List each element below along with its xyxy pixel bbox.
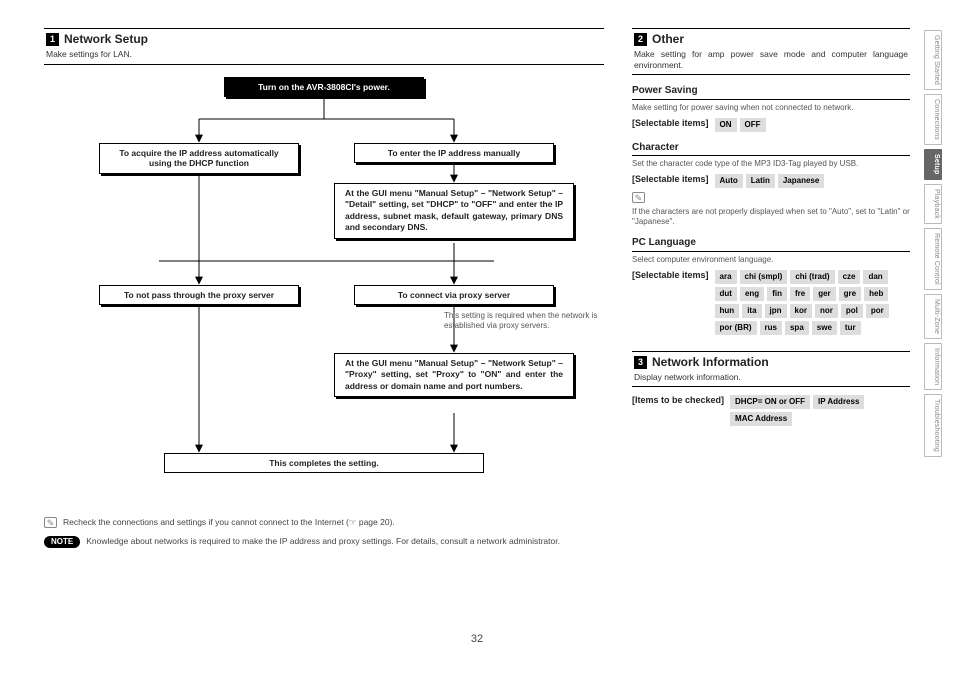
note-row: NOTE Knowledge about networks is require… <box>44 536 604 548</box>
pc-lang-option: heb <box>864 287 888 301</box>
pc-lang-option: hun <box>715 304 740 318</box>
pc-lang-option: fre <box>790 287 810 301</box>
power-saving-option: OFF <box>740 118 766 132</box>
section-2-header: 2 Other Make setting for amp power save … <box>632 28 910 75</box>
pc-lang-option: gre <box>839 287 861 301</box>
pc-lang-option: chi (trad) <box>790 270 834 284</box>
section-2-title: Other <box>652 32 684 47</box>
note-label: NOTE <box>44 536 80 548</box>
flow-proxy-detail: At the GUI menu "Manual Setup" – "Networ… <box>334 353 574 397</box>
flow-manual-detail: At the GUI menu "Manual Setup" – "Networ… <box>334 183 574 239</box>
pc-lang-option: rus <box>760 321 782 335</box>
pc-lang-option: chi (smpl) <box>740 270 788 284</box>
flow-dhcp-auto: To acquire the IP address automatically … <box>99 143 299 174</box>
section-3-title: Network Information <box>652 355 769 370</box>
pc-lang-option: tur <box>840 321 861 335</box>
character-option: Latin <box>746 174 775 188</box>
pc-lang-title: PC Language <box>632 237 910 252</box>
power-saving-option: ON <box>715 118 737 132</box>
pc-lang-option: nor <box>815 304 838 318</box>
pc-lang-option: jpn <box>765 304 787 318</box>
left-column: 1 Network Setup Make settings for LAN. <box>44 28 604 548</box>
section-1-desc: Make settings for LAN. <box>46 49 602 60</box>
pc-lang-option: kor <box>790 304 812 318</box>
manual-page: Getting Started Connections Setup Playback R… <box>0 0 954 675</box>
pencil-icon: ✎ <box>44 517 57 528</box>
pc-lang-option: fin <box>767 287 787 301</box>
section-1-title: Network Setup <box>64 32 148 47</box>
pc-lang-option: swe <box>812 321 837 335</box>
pc-lang-option: dan <box>863 270 887 284</box>
character-option: Auto <box>715 174 743 188</box>
pc-lang-option: eng <box>740 287 764 301</box>
net-info-items: DHCP= ON or OFFIP Address MAC Address <box>730 395 910 426</box>
flow-complete: This completes the setting. <box>164 453 484 474</box>
character-desc: Set the character code type of the MP3 I… <box>632 159 910 169</box>
tip-row: ✎ Recheck the connections and settings i… <box>44 517 604 528</box>
pencil-icon: ✎ <box>632 192 645 203</box>
side-tab-remote-control[interactable]: Remote Control <box>924 228 942 290</box>
flowchart: Turn on the AVR-3808CI's power. To acqui… <box>44 71 604 511</box>
side-tab-playback[interactable]: Playback <box>924 184 942 224</box>
net-info-option: DHCP= ON or OFF <box>730 395 810 409</box>
side-tab-setup[interactable]: Setup <box>924 149 942 179</box>
right-column: 2 Other Make setting for amp power save … <box>632 28 910 548</box>
pc-lang-option: pol <box>841 304 863 318</box>
character-tip: If the characters are not properly displ… <box>632 207 910 227</box>
selectable-label: [Selectable items] <box>632 270 709 281</box>
selectable-label: [Selectable items] <box>632 174 709 185</box>
side-tabs: Getting Started Connections Setup Playback R… <box>924 30 942 457</box>
net-info-row: [Items to be checked] DHCP= ON or OFFIP … <box>632 395 910 426</box>
power-saving-desc: Make setting for power saving when not c… <box>632 103 910 113</box>
flow-proxy-yes: To connect via proxy server <box>354 285 554 306</box>
section-3-header: 3 Network Information Display network in… <box>632 351 910 388</box>
pc-lang-desc: Select computer environment language. <box>632 255 910 265</box>
character-tip-row: ✎ <box>632 192 910 203</box>
character-items: AutoLatinJapanese <box>715 174 825 188</box>
section-1-header: 1 Network Setup Make settings for LAN. <box>44 28 604 65</box>
pc-lang-option: por <box>866 304 889 318</box>
pc-lang-option: ara <box>715 270 737 284</box>
selectable-label: [Selectable items] <box>632 118 709 129</box>
power-saving-title: Power Saving <box>632 85 910 100</box>
side-tab-multi-zone[interactable]: Multi-Zone <box>924 294 942 339</box>
note-text: Knowledge about networks is required to … <box>86 536 560 547</box>
character-title: Character <box>632 142 910 157</box>
power-saving-row: [Selectable items] ONOFF <box>632 118 910 132</box>
tip-text: Recheck the connections and settings if … <box>63 517 395 528</box>
net-info-option: MAC Address <box>730 412 792 426</box>
flow-proxy-no: To not pass through the proxy server <box>99 285 299 306</box>
page-number: 32 <box>0 633 954 647</box>
net-info-option: IP Address <box>813 395 864 409</box>
pc-lang-option: spa <box>785 321 809 335</box>
side-tab-troubleshooting[interactable]: Troubleshooting <box>924 394 942 457</box>
section-3-num: 3 <box>634 356 647 369</box>
power-saving-items: ONOFF <box>715 118 766 132</box>
side-tab-information[interactable]: Information <box>924 343 942 390</box>
pc-lang-option: ita <box>742 304 761 318</box>
character-option: Japanese <box>778 174 824 188</box>
side-tab-getting-started[interactable]: Getting Started <box>924 30 942 90</box>
pc-lang-row: [Selectable items] arachi (smpl)chi (tra… <box>632 270 910 335</box>
section-1-num: 1 <box>46 33 59 46</box>
side-tab-connections[interactable]: Connections <box>924 94 942 145</box>
character-row: [Selectable items] AutoLatinJapanese <box>632 174 910 188</box>
pc-lang-option: dut <box>715 287 737 301</box>
section-2-num: 2 <box>634 33 647 46</box>
flow-proxy-note: This setting is required when the networ… <box>444 311 614 331</box>
pc-lang-option: ger <box>813 287 835 301</box>
flow-start: Turn on the AVR-3808CI's power. <box>224 77 424 98</box>
flow-dhcp-manual: To enter the IP address manually <box>354 143 554 164</box>
items-checked-label: [Items to be checked] <box>632 395 724 406</box>
section-3-desc: Display network information. <box>634 372 908 383</box>
pc-lang-option: cze <box>838 270 861 284</box>
section-2-desc: Make setting for amp power save mode and… <box>634 49 908 70</box>
pc-lang-option: por (BR) <box>715 321 757 335</box>
pc-lang-items: arachi (smpl)chi (trad) czedan dutengfinfr… <box>715 270 910 335</box>
content-columns: 1 Network Setup Make settings for LAN. <box>44 28 910 548</box>
